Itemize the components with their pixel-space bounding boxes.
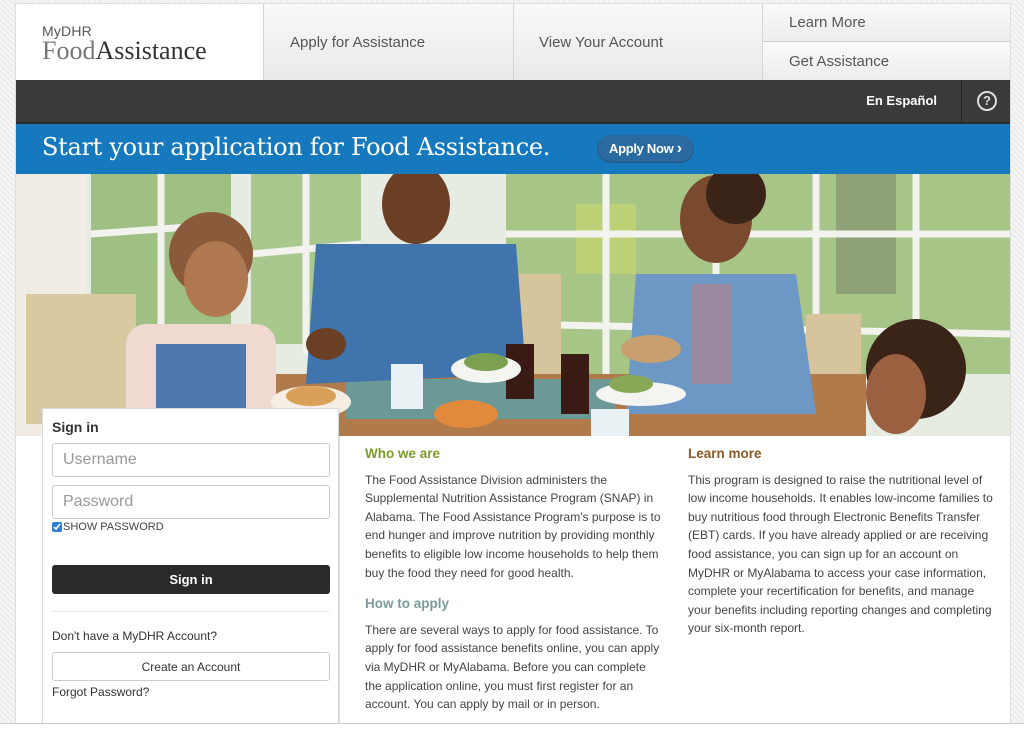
show-password-label: SHOW PASSWORD [63,521,164,533]
nav-secondary: Learn More Get Assistance [763,4,1010,80]
info-column-left: Who we are The Food Assistance Division … [365,445,665,714]
signin-button[interactable]: Sign in [52,565,330,594]
learn-more-heading: Learn more [688,446,762,461]
how-to-apply-heading: How to apply [365,596,449,612]
show-password-toggle[interactable]: SHOW PASSWORD [52,521,329,533]
username-input[interactable] [52,443,330,477]
utility-bar: En Español ? [16,80,1010,124]
application-banner: Start your application for Food Assistan… [16,124,1010,174]
who-we-are-text: The Food Assistance Division administers… [365,472,661,580]
help-icon[interactable]: ? [977,91,997,111]
family-meal-illustration [16,174,1010,436]
logo-food: Food [42,36,96,65]
divider [52,611,329,612]
signin-title: Sign in [52,419,99,435]
divider [339,436,340,724]
nav-apply-for-assistance[interactable]: Apply for Assistance [264,4,514,80]
who-we-are-heading: Who we are [365,446,441,461]
chevron-right-icon: › [676,140,682,157]
how-to-apply-text: There are several ways to apply for food… [365,622,660,712]
divider [961,80,962,122]
forgot-password-link[interactable]: Forgot Password? [52,685,329,699]
hero-image [16,174,1010,436]
language-espanol-link[interactable]: En Español [866,80,937,122]
no-account-text: Don't have a MyDHR Account? [52,629,218,643]
window-bottom-edge [0,723,1024,731]
apply-now-button[interactable]: Apply Now › [597,135,694,163]
page: MyDHR FoodAssistance Apply for Assistanc… [15,3,1011,724]
apply-now-label: Apply Now [609,141,674,156]
show-password-checkbox[interactable] [52,522,62,532]
nav-get-assistance[interactable]: Get Assistance [763,42,1010,80]
learn-more-text: This program is designed to raise the nu… [688,472,993,636]
nav-learn-more[interactable]: Learn More [763,4,1010,42]
logo-food-assistance: FoodAssistance [42,38,263,64]
site-logo[interactable]: MyDHR FoodAssistance [16,4,264,80]
nav-view-your-account[interactable]: View Your Account [514,4,763,80]
password-input[interactable] [52,485,330,519]
logo-assistance: Assistance [95,36,207,65]
banner-title: Start your application for Food Assistan… [42,133,551,161]
create-account-button[interactable]: Create an Account [52,652,330,681]
site-header: MyDHR FoodAssistance Apply for Assistanc… [16,3,1010,80]
info-column-right: Learn more This program is designed to r… [688,445,993,638]
signin-panel: Sign in SHOW PASSWORD Sign in Don't have… [42,408,339,724]
